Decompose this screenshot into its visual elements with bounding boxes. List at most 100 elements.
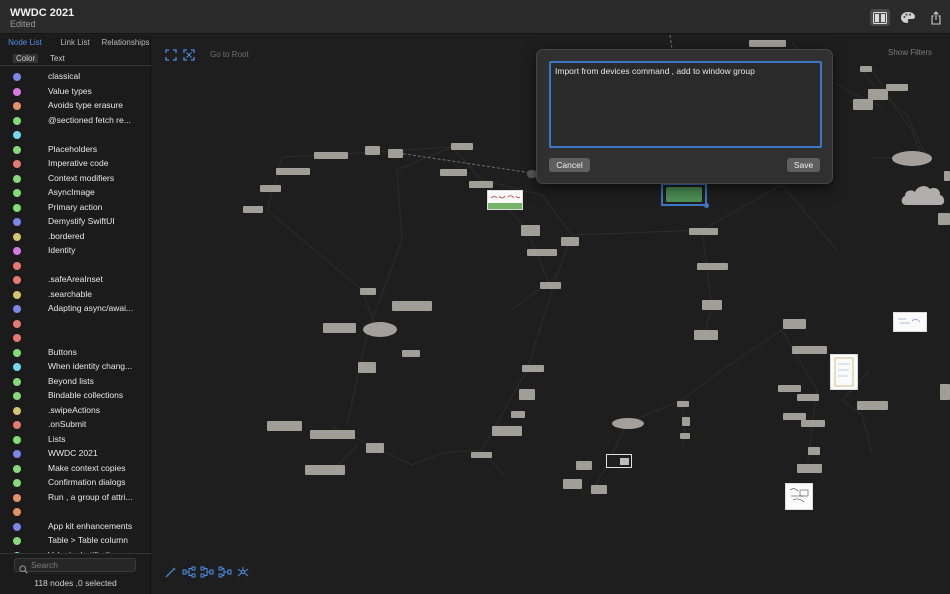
- list-item[interactable]: [0, 127, 151, 142]
- graph-node[interactable]: [689, 228, 718, 235]
- tab-relationships[interactable]: Relationships: [100, 35, 151, 50]
- list-item[interactable]: Run , a group of attri...: [0, 490, 151, 505]
- color-swatch[interactable]: [13, 290, 21, 299]
- graph-node[interactable]: [305, 465, 345, 475]
- graph-node[interactable]: [749, 40, 786, 47]
- color-swatch[interactable]: [13, 174, 21, 183]
- graph-node[interactable]: [492, 426, 522, 436]
- color-swatch[interactable]: [13, 131, 21, 139]
- list-item[interactable]: .bordered: [0, 229, 151, 244]
- graph-node[interactable]: [323, 323, 356, 333]
- list-item[interactable]: When identity chang...: [0, 359, 151, 374]
- graph-node[interactable]: [697, 263, 728, 270]
- graph-node[interactable]: [540, 282, 561, 289]
- graph-node[interactable]: [469, 181, 493, 188]
- star-layout-icon[interactable]: [236, 565, 250, 583]
- graph-node[interactable]: [576, 461, 592, 470]
- color-swatch[interactable]: [13, 218, 21, 226]
- color-swatch[interactable]: [13, 160, 21, 168]
- ellipse-node[interactable]: [892, 151, 932, 166]
- graph-node[interactable]: [938, 213, 950, 225]
- graph-node[interactable]: [440, 169, 467, 176]
- selected-node[interactable]: [661, 183, 709, 208]
- list-item[interactable]: Avoids type erasure: [0, 98, 151, 113]
- graph-node[interactable]: [243, 206, 263, 213]
- ellipse-node[interactable]: [363, 322, 397, 337]
- color-swatch[interactable]: [13, 232, 21, 241]
- list-item[interactable]: Imperative code: [0, 156, 151, 171]
- graph-node[interactable]: [521, 225, 540, 236]
- list-item[interactable]: .swipeActions: [0, 403, 151, 418]
- image-node[interactable]: [606, 454, 632, 468]
- magic-wand-icon[interactable]: [164, 565, 178, 583]
- color-swatch[interactable]: [13, 261, 21, 270]
- graph-node[interactable]: [310, 430, 355, 439]
- graph-node[interactable]: [801, 420, 825, 427]
- cloud-node[interactable]: [900, 183, 946, 212]
- color-swatch[interactable]: [13, 87, 21, 96]
- list-item[interactable]: Placeholders: [0, 142, 151, 157]
- graph-node[interactable]: [260, 185, 281, 192]
- color-swatch[interactable]: [13, 276, 21, 284]
- search-input[interactable]: [31, 559, 131, 571]
- color-swatch[interactable]: [13, 392, 21, 400]
- graph-node[interactable]: [783, 319, 806, 329]
- color-swatch[interactable]: [13, 479, 21, 487]
- image-node[interactable]: [785, 483, 813, 510]
- color-swatch[interactable]: [13, 406, 21, 415]
- graph-node[interactable]: [797, 394, 819, 401]
- graph-node[interactable]: [940, 384, 950, 400]
- graph-node[interactable]: [392, 301, 432, 311]
- graph-node[interactable]: [519, 389, 535, 400]
- graph-node[interactable]: [677, 401, 689, 407]
- list-item[interactable]: AsyncImage: [0, 185, 151, 200]
- tree-layout-icon[interactable]: [200, 565, 214, 583]
- color-swatch[interactable]: [13, 522, 21, 531]
- list-item[interactable]: Beyond lists: [0, 374, 151, 389]
- list-item[interactable]: Table > Table column: [0, 533, 151, 548]
- list-item[interactable]: Primary action: [0, 200, 151, 215]
- graph-node[interactable]: [682, 417, 690, 426]
- color-swatch[interactable]: [13, 450, 21, 458]
- graph-node[interactable]: [527, 249, 557, 256]
- text-column-header[interactable]: Text: [50, 54, 65, 63]
- ellipse-node[interactable]: [612, 418, 644, 429]
- color-swatch[interactable]: [13, 102, 21, 110]
- graph-node[interactable]: [471, 452, 492, 458]
- list-item[interactable]: Make context copies: [0, 461, 151, 476]
- graph-node[interactable]: [944, 171, 950, 181]
- graph-node[interactable]: [511, 411, 525, 418]
- tab-node-list[interactable]: Node List: [0, 35, 50, 50]
- tab-link-list[interactable]: Link List: [50, 35, 100, 50]
- color-column-header[interactable]: Color: [13, 54, 39, 63]
- color-swatch[interactable]: [13, 377, 21, 386]
- graph-node[interactable]: [561, 237, 579, 246]
- graph-node[interactable]: [522, 365, 544, 372]
- list-item[interactable]: Identity: [0, 243, 151, 258]
- color-swatch[interactable]: [13, 203, 21, 212]
- list-item[interactable]: [0, 258, 151, 273]
- show-filters-button[interactable]: Show Filters: [888, 48, 932, 57]
- graph-node[interactable]: [857, 401, 888, 410]
- graph-node[interactable]: [797, 464, 822, 473]
- color-swatch[interactable]: [13, 435, 21, 444]
- graph-node[interactable]: [591, 485, 607, 494]
- list-item[interactable]: Value types: [0, 84, 151, 99]
- graph-node[interactable]: [365, 146, 380, 155]
- fit-all-icon[interactable]: [165, 48, 177, 66]
- graph-node[interactable]: [366, 443, 384, 453]
- search-field[interactable]: [14, 558, 136, 574]
- image-node[interactable]: [830, 354, 858, 390]
- color-swatch[interactable]: [13, 319, 21, 328]
- list-item[interactable]: WWDC 2021: [0, 446, 151, 461]
- share-icon[interactable]: [926, 9, 946, 26]
- color-swatch[interactable]: [13, 493, 21, 502]
- list-item[interactable]: Adapting async/awai...: [0, 301, 151, 316]
- list-item[interactable]: Demystify SwiftUI: [0, 214, 151, 229]
- layout-panels-icon[interactable]: [870, 9, 890, 26]
- color-swatch[interactable]: [13, 363, 21, 371]
- graph-node[interactable]: [860, 66, 872, 72]
- list-item[interactable]: classical: [0, 69, 151, 84]
- color-swatch[interactable]: [13, 421, 21, 429]
- color-swatch[interactable]: [13, 537, 21, 545]
